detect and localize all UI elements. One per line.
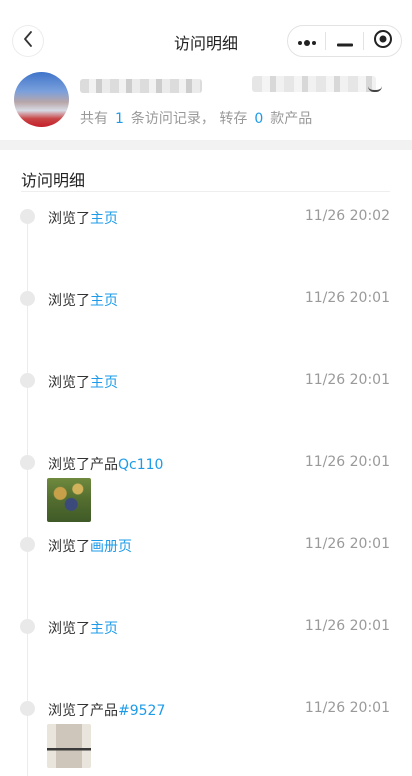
entry-text: 浏览了主页 [48, 372, 118, 392]
product-thumbnail[interactable] [47, 724, 91, 768]
entry-target-link[interactable]: Qc110 [118, 457, 163, 473]
entry-target-link[interactable]: 主页 [90, 375, 118, 391]
entry-time: 11/26 20:01 [304, 372, 390, 388]
timeline-dot [20, 291, 35, 306]
entry-action: 浏览了 [48, 375, 90, 391]
entry-text: 浏览了产品Qc110 [48, 454, 163, 474]
more-dots-icon [296, 32, 318, 51]
entry-time: 11/26 20:01 [304, 700, 390, 716]
target-circle-icon [373, 29, 393, 53]
product-thumbnail[interactable] [47, 478, 91, 522]
visit-label: 条访问记录， [130, 111, 215, 127]
entry-action: 浏览了 [48, 539, 90, 555]
entry-target-link[interactable]: 画册页 [90, 539, 132, 555]
timeline-entry: 浏览了主页 11/26 20:01 [0, 290, 412, 370]
transfer-prefix: 转存 [219, 111, 248, 127]
entry-text: 浏览了画册页 [48, 536, 132, 556]
timeline-entry: 浏览了产品#9527 11/26 20:01 [0, 700, 412, 776]
timeline-dot [20, 209, 35, 224]
more-button[interactable] [288, 26, 325, 56]
entry-text: 浏览了产品#9527 [48, 700, 165, 720]
stats-prefix: 共有 [80, 111, 108, 127]
blurred-mark [368, 84, 382, 92]
timeline-dot [20, 455, 35, 470]
transfer-label: 款产品 [270, 111, 313, 127]
section-underline [21, 191, 390, 192]
timeline-entry: 浏览了画册页 11/26 20:01 [0, 536, 412, 616]
entry-time: 11/26 20:01 [304, 454, 390, 470]
section-divider [0, 140, 412, 150]
minimize-icon [336, 32, 353, 51]
timeline-dot [20, 537, 35, 552]
visit-count: 1 [115, 111, 124, 127]
entry-target-link[interactable]: 主页 [90, 621, 118, 637]
entry-target-link[interactable]: 主页 [90, 293, 118, 309]
entry-target-link[interactable]: #9527 [118, 703, 165, 719]
entry-time: 11/26 20:01 [304, 536, 390, 552]
entry-time: 11/26 20:02 [304, 208, 390, 224]
entry-action: 浏览了产品 [48, 703, 118, 719]
blurred-visitor-id [252, 76, 376, 92]
timeline-entry: 浏览了主页 11/26 20:01 [0, 372, 412, 452]
entry-text: 浏览了主页 [48, 290, 118, 310]
timeline-dot [20, 373, 35, 388]
avatar [14, 72, 69, 127]
entry-target-link[interactable]: 主页 [90, 211, 118, 227]
visitor-profile: 共有 1 条访问记录， 转存 0 款产品 [0, 70, 412, 140]
timeline-dot [20, 701, 35, 716]
entry-action: 浏览了 [48, 211, 90, 227]
blurred-visitor-name [80, 79, 202, 93]
entry-action: 浏览了 [48, 293, 90, 309]
navigation-bar: 访问明细 [0, 0, 412, 80]
section-title: 访问明细 [21, 171, 86, 190]
timeline-entry: 浏览了主页 11/26 20:01 [0, 618, 412, 698]
close-button[interactable] [364, 26, 401, 56]
mini-program-capsule [287, 25, 402, 57]
entry-time: 11/26 20:01 [304, 618, 390, 634]
entry-action: 浏览了 [48, 621, 90, 637]
entry-text: 浏览了主页 [48, 208, 118, 228]
visit-stats: 共有 1 条访问记录， 转存 0 款产品 [80, 108, 312, 128]
entry-action: 浏览了产品 [48, 457, 118, 473]
timeline-dot [20, 619, 35, 634]
timeline-entry: 浏览了产品Qc110 11/26 20:01 [0, 454, 412, 534]
entry-time: 11/26 20:01 [304, 290, 390, 306]
transfer-count: 0 [254, 111, 264, 127]
timeline-entry: 浏览了主页 11/26 20:02 [0, 208, 412, 288]
minimize-button[interactable] [326, 26, 363, 56]
entry-text: 浏览了主页 [48, 618, 118, 638]
